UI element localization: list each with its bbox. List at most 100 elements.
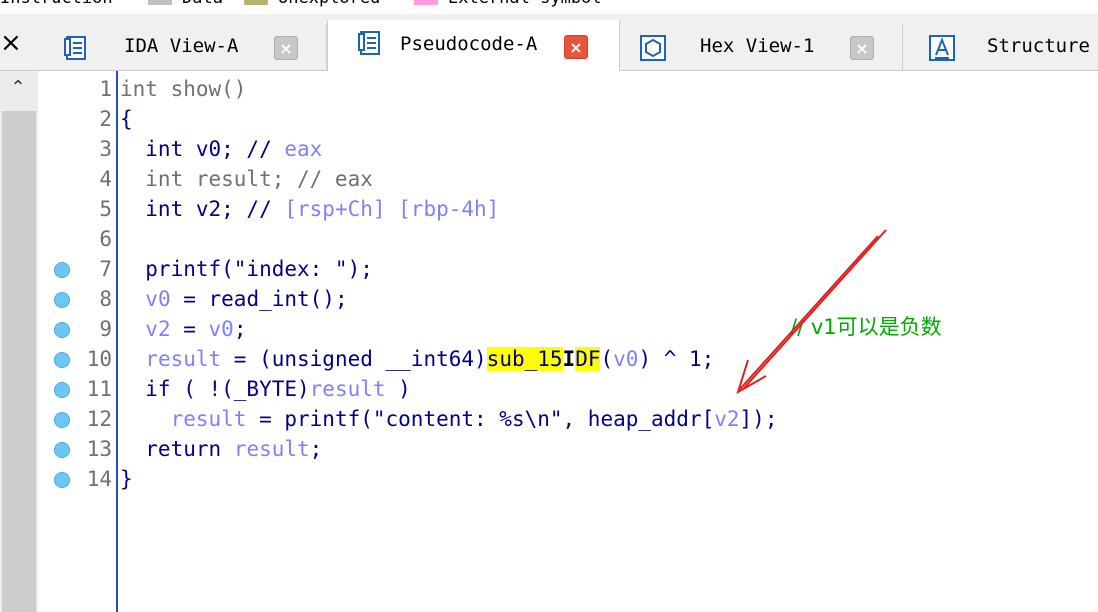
line-number: 2 [99, 107, 112, 131]
line-number: 14 [86, 467, 112, 491]
code-line[interactable]: 10 result = (unsigned __int64)sub_15IDF(… [38, 345, 1098, 375]
breakpoint-dot-icon[interactable] [54, 382, 70, 398]
code-text[interactable]: int show() [120, 77, 246, 101]
code-text[interactable]: { [120, 107, 133, 131]
tab-pseudocode-a[interactable]: Pseudocode-A × [327, 20, 620, 71]
code-token: } [120, 467, 133, 491]
scroll-up-icon[interactable]: ⌃ [4, 77, 32, 103]
code-line[interactable]: 3 int v0; // eax [38, 135, 1098, 165]
code-token: v0 [208, 317, 234, 341]
code-token: result [145, 347, 222, 371]
tab-bar: × IDA View-A × Pseudocode-A × Hex View-1… [0, 14, 1098, 71]
line-number: 11 [86, 377, 112, 401]
pseudocode-editor[interactable]: 1 int show() 2{3 int v0; // eax 4 int resul… [38, 71, 1098, 612]
code-text[interactable]: int result; // eax [120, 167, 373, 191]
ida-view-icon [64, 36, 86, 60]
line-number: 7 [99, 257, 112, 281]
code-token: int v2; // [120, 197, 285, 221]
code-token: v0 [145, 287, 171, 311]
close-tab-icon[interactable]: × [850, 36, 874, 60]
breakpoint-dot-icon[interactable] [54, 322, 70, 338]
code-token: v2 [714, 407, 740, 431]
code-token: v0 [613, 347, 639, 371]
code-line[interactable]: 14} [38, 465, 1098, 495]
code-token: result [233, 437, 310, 461]
code-line[interactable]: 7 printf("index: "); [38, 255, 1098, 285]
tab-label: Pseudocode-A [400, 33, 538, 55]
code-text[interactable]: int v2; // [rsp+Ch] [rbp-4h] [120, 197, 499, 221]
tab-structure[interactable]: Structure [903, 24, 1098, 70]
code-token: result [170, 407, 247, 431]
code-text[interactable]: } [120, 467, 133, 491]
code-token: return [120, 437, 234, 461]
legend-swatch [244, 0, 268, 5]
code-text[interactable]: result = (unsigned __int64)sub_15IDF(v0)… [120, 347, 714, 371]
code-token: ( [600, 347, 614, 371]
legend-item: Instruction [0, 0, 113, 8]
breakpoint-dot-icon[interactable] [54, 292, 70, 308]
tab-ida-view-a[interactable]: IDA View-A × [44, 24, 327, 70]
code-token: result [309, 377, 386, 401]
tab-label: IDA View-A [124, 35, 239, 57]
legend-item: Unexplored [244, 0, 380, 8]
line-number: 8 [99, 287, 112, 311]
line-number: 10 [86, 347, 112, 371]
vertical-scrollbar[interactable]: ⌃ [0, 71, 39, 612]
code-token: v2 [145, 317, 171, 341]
code-token: = (unsigned __int64) [221, 347, 487, 371]
close-tab-icon[interactable]: × [564, 35, 588, 59]
code-token: int v0; // [120, 137, 285, 161]
code-line[interactable]: 6 [38, 225, 1098, 255]
pseudocode-icon [358, 31, 380, 55]
hex-view-icon [640, 35, 666, 61]
legend-bar: Instruction Data Unexplored External symbol [0, 0, 1098, 8]
legend-label: Data [182, 0, 223, 8]
code-token: ]); [739, 407, 778, 431]
code-margin-line [116, 71, 118, 612]
code-line[interactable]: 2{ [38, 105, 1098, 135]
code-line[interactable]: 5 int v2; // [rsp+Ch] [rbp-4h] [38, 195, 1098, 225]
code-line[interactable]: 11 if ( !(_BYTE)result ) [38, 375, 1098, 405]
line-number: 12 [86, 407, 112, 431]
code-token: { [120, 107, 133, 131]
code-token: I [562, 347, 576, 371]
line-number: 5 [99, 197, 112, 221]
code-text[interactable]: v0 = read_int(); [120, 287, 348, 311]
close-tab-icon[interactable]: × [274, 36, 298, 60]
line-number: 9 [99, 317, 112, 341]
code-token: int result; // eax [120, 167, 373, 191]
code-text[interactable]: result = printf("content: %s\n", heap_ad… [120, 407, 778, 431]
tab-hex-view-1[interactable]: Hex View-1 × [620, 24, 903, 70]
line-number: 6 [99, 227, 112, 251]
highlighted-identifier: DF [575, 347, 601, 371]
code-line[interactable]: 13 return result; [38, 435, 1098, 465]
code-text[interactable]: if ( !(_BYTE)result ) [120, 377, 411, 401]
tab-label: Structure [987, 35, 1090, 57]
code-text[interactable]: printf("index: "); [120, 257, 373, 281]
breakpoint-dot-icon[interactable] [54, 472, 70, 488]
breakpoint-dot-icon[interactable] [54, 352, 70, 368]
code-token: if ( !(_BYTE) [120, 377, 310, 401]
tab-label: Hex View-1 [700, 35, 815, 57]
code-token: = printf("content: %s\n", heap_addr[ [246, 407, 715, 431]
legend-swatch [414, 0, 438, 5]
code-line[interactable]: 12 result = printf("content: %s\n", heap… [38, 405, 1098, 435]
code-token: ; [309, 437, 323, 461]
code-text[interactable]: v2 = v0; [120, 317, 246, 341]
close-all-icon[interactable]: × [0, 30, 22, 56]
code-text[interactable]: return result; [120, 437, 322, 461]
scrollbar-thumb[interactable] [2, 111, 36, 612]
code-line[interactable]: 1 int show() [38, 75, 1098, 105]
code-token: printf("index: "); [120, 257, 373, 281]
breakpoint-dot-icon[interactable] [54, 412, 70, 428]
line-number: 4 [99, 167, 112, 191]
code-token: ) ^ 1; [638, 347, 715, 371]
breakpoint-dot-icon[interactable] [54, 262, 70, 278]
code-text[interactable]: int v0; // eax [120, 137, 322, 161]
breakpoint-dot-icon[interactable] [54, 442, 70, 458]
code-token: = read_int(); [170, 287, 348, 311]
code-line[interactable]: 4 int result; // eax [38, 165, 1098, 195]
